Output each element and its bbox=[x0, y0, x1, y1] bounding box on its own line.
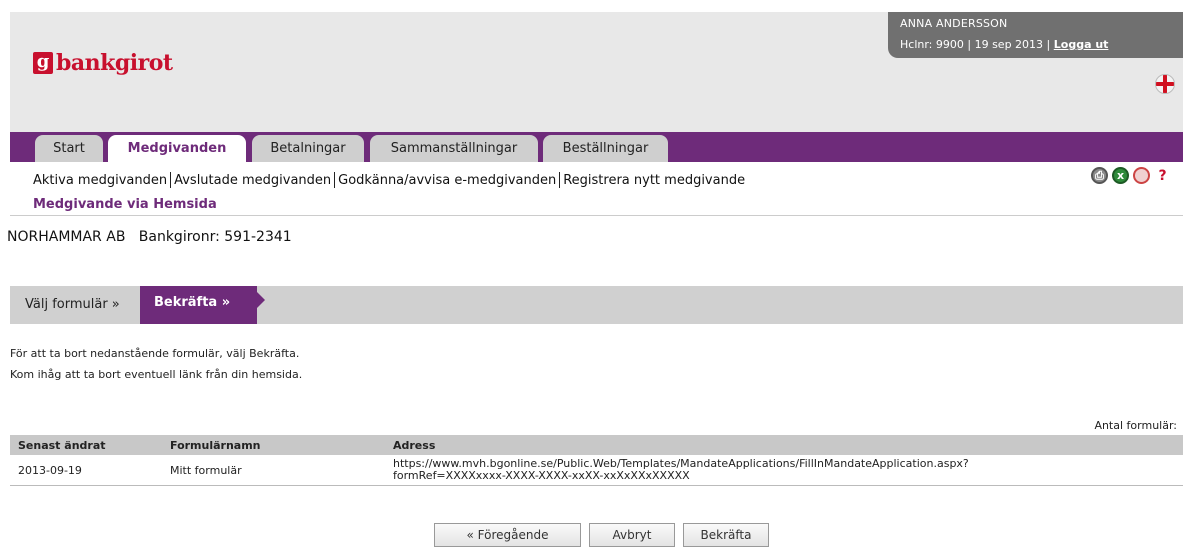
tab-sammanstallningar[interactable]: Sammanställningar bbox=[370, 135, 538, 162]
excel-icon[interactable]: x bbox=[1112, 167, 1129, 184]
step-bekrafta: Bekräfta » bbox=[140, 286, 265, 324]
instruction-line-1: För att ta bort nedanstående formulär, v… bbox=[10, 347, 300, 360]
table-header-row: Senast ändrat Formulärnamn Adress bbox=[10, 435, 1183, 455]
tab-medgivanden[interactable]: Medgivanden bbox=[108, 135, 246, 162]
tab-betalningar[interactable]: Betalningar bbox=[252, 135, 364, 162]
user-session-info: Hclnr: 9900 | 19 sep 2013 | Logga ut bbox=[900, 38, 1108, 51]
subnav-registrera-nytt[interactable]: Registrera nytt medgivande bbox=[563, 173, 745, 188]
tab-bestallningar[interactable]: Beställningar bbox=[543, 135, 668, 162]
form-count-label: Antal formulär: bbox=[1094, 419, 1177, 432]
subnav-divider bbox=[334, 172, 336, 188]
bankgirot-logo[interactable]: g bankgirot bbox=[33, 50, 173, 76]
english-flag-icon[interactable] bbox=[1155, 74, 1175, 94]
session-details: Hclnr: 9900 | 19 sep 2013 | bbox=[900, 38, 1054, 51]
forms-table: Senast ändrat Formulärnamn Adress 2013-0… bbox=[10, 435, 1183, 486]
main-nav: Start Medgivanden Betalningar Sammanstäl… bbox=[10, 132, 1183, 162]
subnav-aktiva-medgivanden[interactable]: Aktiva medgivanden bbox=[33, 173, 167, 188]
toolbar-icons: ⎙ x ? bbox=[1091, 167, 1171, 184]
logout-link[interactable]: Logga ut bbox=[1054, 38, 1109, 51]
logo-mark-icon: g bbox=[33, 52, 53, 74]
col-header-date: Senast ändrat bbox=[10, 435, 162, 455]
col-header-address: Adress bbox=[385, 435, 1183, 455]
previous-button[interactable]: « Föregående bbox=[434, 523, 581, 547]
confirm-button[interactable]: Bekräfta bbox=[683, 523, 769, 547]
pdf-icon[interactable] bbox=[1133, 167, 1150, 184]
table-row[interactable]: 2013-09-19 Mitt formulär https://www.mvh… bbox=[10, 455, 1183, 486]
address-line-2: formRef=XXXXxxxx-XXXX-XXXX-xxXX-xxXxXXxX… bbox=[393, 469, 690, 482]
cell-date: 2013-09-19 bbox=[10, 455, 162, 486]
print-icon[interactable]: ⎙ bbox=[1091, 167, 1108, 184]
subnav-divider bbox=[559, 172, 561, 188]
step-valj-formular[interactable]: Välj formulär » bbox=[25, 286, 120, 324]
cell-form-name: Mitt formulär bbox=[162, 455, 385, 486]
user-info-box: ANNA ANDERSSON Hclnr: 9900 | 19 sep 2013… bbox=[888, 12, 1183, 58]
col-header-name: Formulärnamn bbox=[162, 435, 385, 455]
header: g bankgirot ANNA ANDERSSON Hclnr: 9900 |… bbox=[10, 12, 1183, 132]
subnav-avslutade-medgivanden[interactable]: Avslutade medgivanden bbox=[174, 173, 331, 188]
subnav-godkanna-avvisa[interactable]: Godkänna/avvisa e-medgivanden bbox=[338, 173, 556, 188]
cell-address: https://www.mvh.bgonline.se/Public.Web/T… bbox=[385, 455, 1183, 486]
help-icon[interactable]: ? bbox=[1154, 167, 1171, 184]
logo-text: bankgirot bbox=[56, 50, 173, 76]
tab-start[interactable]: Start bbox=[35, 135, 103, 162]
subnav-current-page[interactable]: Medgivande via Hemsida bbox=[33, 197, 217, 212]
action-buttons: « Föregående Avbryt Bekräfta bbox=[434, 523, 769, 547]
sub-nav: Aktiva medgivanden Avslutade medgivanden… bbox=[33, 172, 745, 188]
divider bbox=[10, 215, 1183, 216]
wizard-steps: Välj formulär » Bekräfta » bbox=[10, 286, 1183, 324]
user-name: ANNA ANDERSSON bbox=[900, 17, 1008, 30]
instruction-line-2: Kom ihåg att ta bort eventuell länk från… bbox=[10, 368, 303, 381]
subnav-divider bbox=[170, 172, 172, 188]
cancel-button[interactable]: Avbryt bbox=[589, 523, 675, 547]
company-info: NORHAMMAR AB Bankgironr: 591-2341 bbox=[7, 229, 292, 245]
